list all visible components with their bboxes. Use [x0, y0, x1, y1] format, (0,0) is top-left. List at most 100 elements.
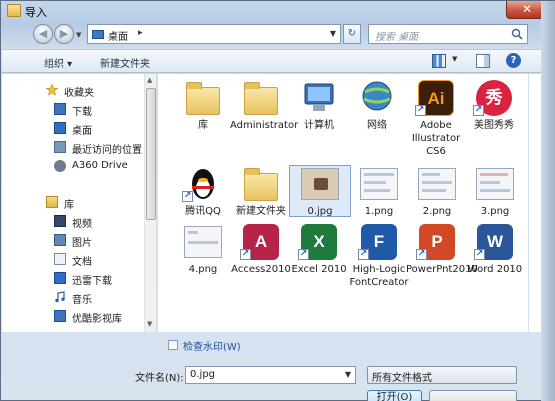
new-folder-button[interactable]: 新建文件夹 [100, 55, 150, 70]
file-item-fontcreator[interactable]: F ↗ High-Logic FontCreator [348, 224, 410, 289]
sidebar-item-label: 收藏夹 [64, 88, 94, 99]
sidebar-item-label: 库 [64, 200, 74, 211]
filename-value[interactable]: 0.jpg [190, 369, 215, 380]
file-name: 新建文件夹 [236, 206, 286, 217]
file-name: PowerPnt2010 [406, 264, 478, 275]
check-watermark-checkbox[interactable] [168, 340, 178, 350]
file-item-word-2010[interactable]: W ↗ Word 2010 [464, 224, 526, 276]
file-list-scroll-area[interactable] [529, 74, 541, 332]
sidebar-item-music[interactable]: 音乐 [2, 289, 144, 307]
view-options-dropdown[interactable]: ▼ [452, 55, 457, 71]
cloud-drive-icon [54, 160, 66, 172]
file-item-illustrator[interactable]: Ai ↗ Adobe Illustrator CS6 [405, 80, 467, 158]
sidebar-item-downloads[interactable]: 下载 [2, 101, 144, 119]
back-button[interactable]: ◀ [33, 24, 53, 44]
scrollbar-thumb[interactable] [146, 88, 156, 220]
sidebar-item-label: 图片 [72, 238, 92, 249]
file-item-new-folder[interactable]: 新建文件夹 [230, 166, 292, 218]
breadcrumb-chevron-icon[interactable]: ▸ [138, 28, 143, 38]
title-bar: 导入 ✕ [1, 1, 554, 21]
sidebar-item-label: 音乐 [72, 295, 92, 306]
file-item-meitu[interactable]: 秀 ↗ 美图秀秀 [463, 80, 525, 132]
folder-icon [7, 4, 21, 17]
sidebar-item-label: 迅雷下载 [72, 276, 112, 287]
forward-button[interactable]: ▶ [54, 24, 74, 44]
sidebar-item-youku[interactable]: 优酷影视库 [2, 308, 144, 326]
preview-pane-icon[interactable] [476, 54, 490, 68]
file-item-access-2010[interactable]: A ↗ Access2010 [230, 224, 292, 276]
sidebar-item-documents[interactable]: 文档 [2, 251, 144, 269]
thunder-download-icon [54, 272, 66, 284]
file-name: Administrator [230, 120, 299, 131]
file-name: Access2010 [231, 264, 291, 275]
folder-icon [244, 168, 278, 201]
cancel-button[interactable] [429, 390, 517, 401]
search-icon[interactable] [511, 28, 523, 40]
shortcut-arrow-icon: ↗ [473, 105, 484, 116]
picture-icon [54, 234, 66, 246]
search-input[interactable]: 搜索 桌面 [368, 24, 528, 44]
address-bar[interactable]: 桌面 ▸ ▼ [87, 24, 341, 44]
sidebar-item-label: 最近访问的位置 [72, 145, 142, 156]
sidebar-item-recent-places[interactable]: 最近访问的位置 [2, 139, 144, 157]
file-name: 库 [198, 120, 208, 131]
video-icon [54, 215, 66, 227]
address-dropdown-icon[interactable]: ▼ [330, 29, 336, 38]
file-item-2-png[interactable]: 2.png [406, 166, 468, 218]
image-thumbnail [418, 168, 456, 200]
desktop-icon [92, 30, 104, 39]
file-item-network[interactable]: 网络 [346, 80, 408, 132]
download-icon [54, 103, 66, 115]
file-item-excel-2010[interactable]: X ↗ Excel 2010 [288, 224, 350, 276]
file-item-qq[interactable]: ↗ 腾讯QQ [172, 166, 234, 218]
file-name: 腾讯QQ [185, 206, 221, 217]
sidebar-item-thunder-download[interactable]: 迅雷下载 [2, 270, 144, 288]
filename-dropdown-icon[interactable]: ▼ [345, 370, 351, 379]
file-item-powerpoint-2010[interactable]: P ↗ PowerPnt2010 [406, 224, 478, 276]
network-globe-icon [362, 81, 392, 111]
shortcut-arrow-icon: ↗ [358, 249, 369, 260]
file-type-value: 所有文件格式 [372, 373, 432, 384]
import-dialog: 导入 ✕ ◀ ▶ ▼ 桌面 ▸ ▼ ↻ 搜索 桌面 组织 ▾ 新建文件夹 ▼ ? [0, 0, 555, 401]
change-view-icon[interactable] [432, 54, 446, 68]
sidebar-item-favorites[interactable]: 收藏夹 [2, 82, 144, 100]
navigation-pane-scrollbar[interactable]: ▲ ▼ [144, 74, 156, 332]
filename-field[interactable]: 0.jpg ▼ [185, 366, 356, 384]
address-breadcrumb[interactable]: 桌面 [108, 28, 128, 43]
sidebar-item-label: 文档 [72, 257, 92, 268]
file-name: 3.png [480, 206, 510, 217]
file-item-3-png[interactable]: 3.png [464, 166, 526, 218]
dialog-footer: 检查水印(W) 文件名(N): 0.jpg ▼ 所有文件格式 打开(O) [2, 333, 555, 401]
window-title: 导入 [25, 6, 47, 19]
sidebar-item-desktop[interactable]: 桌面 [2, 120, 144, 138]
organize-menu[interactable]: 组织 ▾ [44, 55, 72, 70]
file-item-4-png[interactable]: 4.png [172, 224, 234, 276]
file-name: 网络 [367, 120, 387, 131]
sidebar-item-label: 优酷影视库 [72, 314, 122, 325]
sidebar-item-video[interactable]: 视频 [2, 213, 144, 231]
navigation-bar: ◀ ▶ ▼ 桌面 ▸ ▼ ↻ 搜索 桌面 [1, 23, 554, 47]
file-list-pane: 库 Administrator 计算机 网络 Ai ↗ Adobe Illust… [158, 74, 528, 332]
file-item-library[interactable]: 库 [172, 80, 234, 132]
scroll-down-arrow-icon[interactable]: ▼ [147, 320, 152, 328]
library-folder-icon [186, 82, 220, 115]
file-name: 0.jpg [307, 206, 333, 217]
open-button[interactable]: 打开(O) [367, 390, 422, 401]
sidebar-item-libraries[interactable]: 库 [2, 194, 144, 212]
file-item-0-jpg[interactable]: 0.jpg [289, 165, 351, 217]
sidebar-item-pictures[interactable]: 图片 [2, 232, 144, 250]
image-thumbnail [301, 168, 339, 200]
help-icon[interactable]: ? [506, 53, 521, 68]
refresh-button[interactable]: ↻ [343, 24, 361, 44]
check-watermark-label[interactable]: 检查水印(W) [183, 338, 241, 353]
scroll-up-arrow-icon[interactable]: ▲ [147, 76, 152, 84]
sidebar-item-a360-drive[interactable]: A360 Drive [2, 158, 144, 176]
document-icon [54, 253, 66, 265]
file-item-computer[interactable]: 计算机 [288, 80, 350, 132]
file-item-administrator[interactable]: Administrator [230, 80, 299, 132]
file-item-1-png[interactable]: 1.png [348, 166, 410, 218]
file-type-select[interactable]: 所有文件格式 [367, 366, 517, 384]
recent-locations-dropdown[interactable]: ▼ [76, 31, 81, 39]
file-name: Word 2010 [467, 264, 523, 275]
file-name: High-Logic FontCreator [349, 264, 409, 288]
